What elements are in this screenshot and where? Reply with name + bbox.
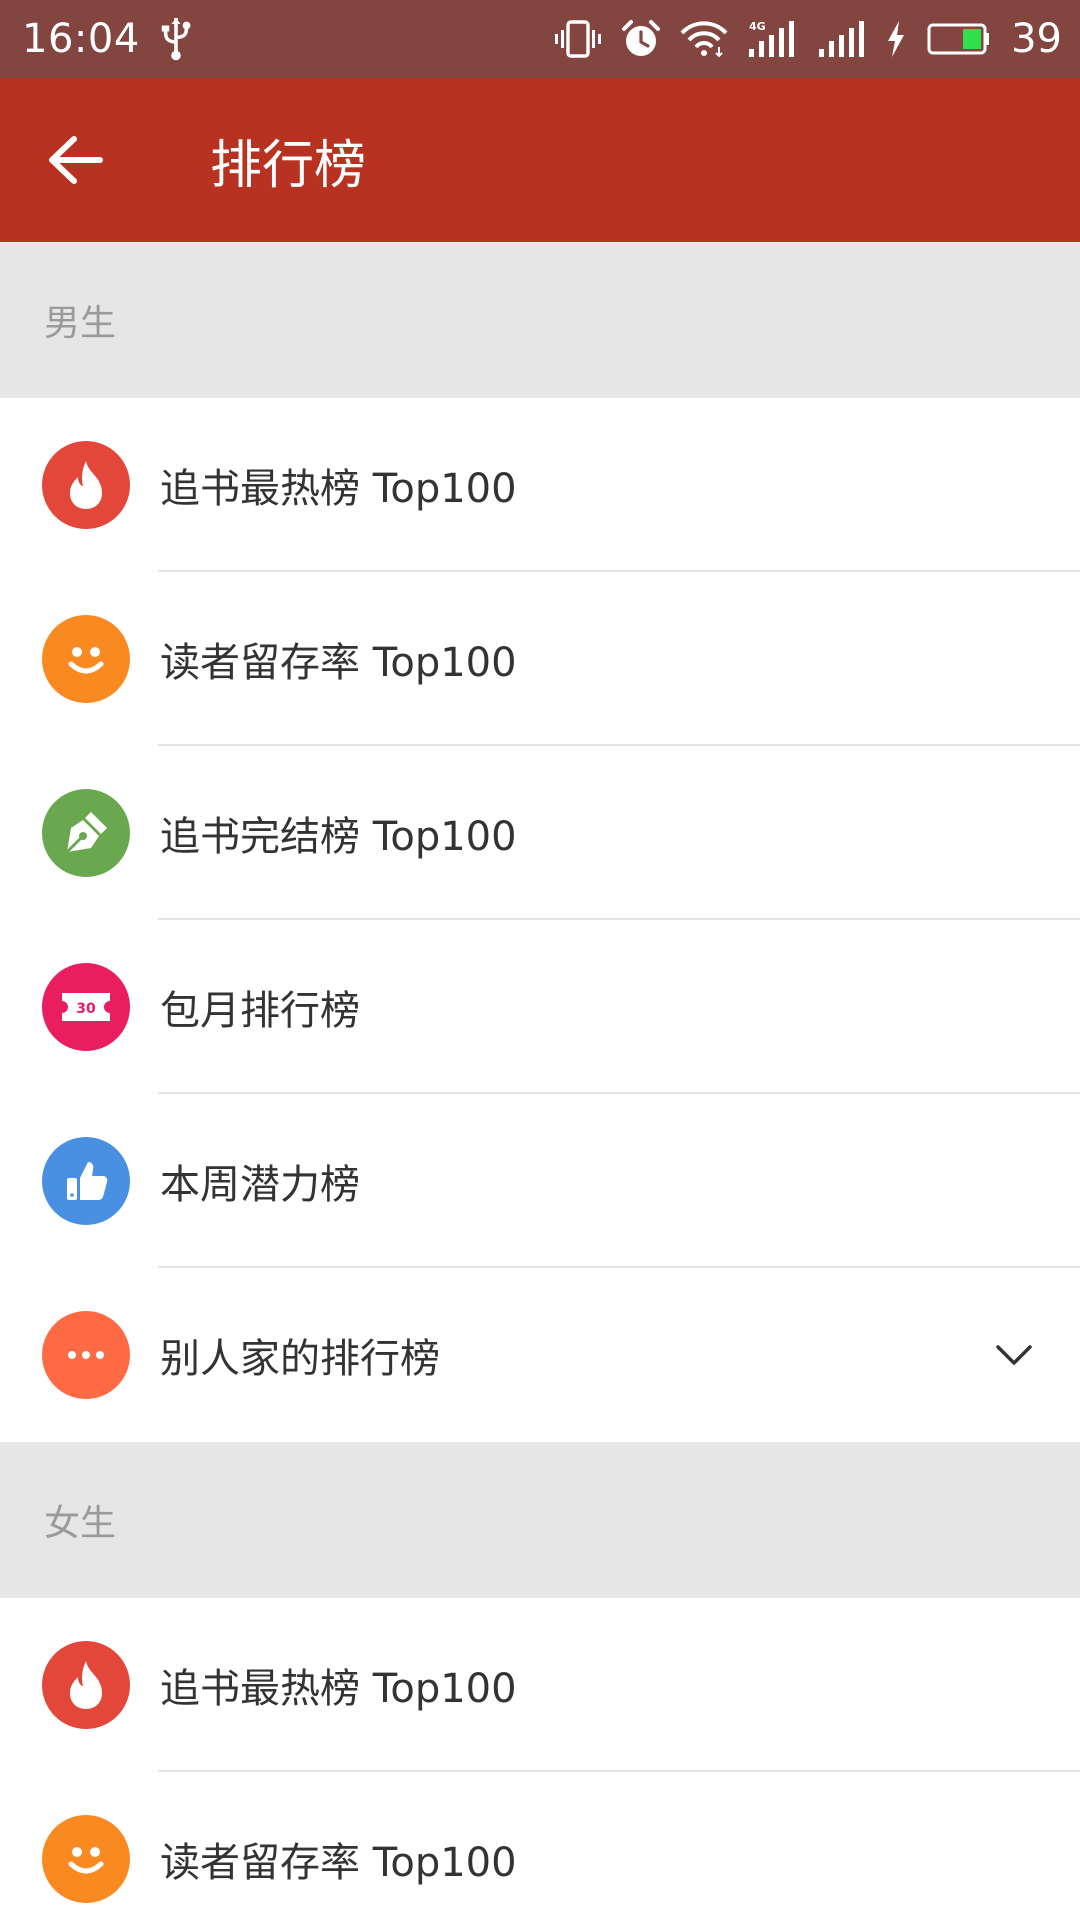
page-title: 排行榜 [210,135,367,196]
ranking-list[interactable]: 男生 追书最热榜 Top100 读者留存率 Top100 追书完结榜 Top10… [0,242,1080,1920]
battery-icon [927,23,990,55]
arrow-left-icon [49,136,103,184]
ranking-item-label: 本周潜力榜 [160,1162,360,1208]
usb-icon [161,18,191,61]
smile-icon [42,615,130,703]
status-time: 16:04 [22,16,140,62]
ranking-item-label: 追书完结榜 Top100 [160,814,517,860]
section-header-male: 男生 [0,242,1080,398]
pen-nib-icon [42,789,130,877]
ranking-item-retention[interactable]: 读者留存率 Top100 [0,572,1080,746]
vibrate-icon [555,20,602,58]
thumbs-up-icon [42,1137,130,1225]
back-button[interactable] [0,78,150,242]
ranking-item-label: 追书最热榜 Top100 [160,466,517,512]
ranking-item-finished[interactable]: 追书完结榜 Top100 [0,746,1080,920]
ranking-item-label: 包月排行榜 [160,988,360,1034]
ranking-item-monthly[interactable]: 30 包月排行榜 [0,920,1080,1094]
status-icons: 4G 39 [553,16,1062,62]
ticket-icon-text: 30 [76,1001,96,1017]
ranking-item-label: 追书最热榜 Top100 [160,1666,517,1712]
svg-text:4G: 4G [749,20,766,33]
signal-icon [819,21,865,57]
chevron-down-icon[interactable] [992,1333,1036,1377]
more-icon [42,1311,130,1399]
smile-icon [42,1815,130,1903]
status-bar: 16:04 4G 39 [0,0,1080,78]
ranking-item-label: 别人家的排行榜 [160,1336,440,1382]
fire-icon [42,1641,130,1729]
alarm-icon [622,20,661,56]
wifi-icon [680,21,728,58]
ticket-icon: 30 [42,963,130,1051]
fire-icon [42,441,130,529]
ranking-item-label: 读者留存率 Top100 [160,640,517,686]
ranking-item-hot-female[interactable]: 追书最热榜 Top100 [0,1598,1080,1772]
app-bar: 排行榜 [0,78,1080,242]
ranking-item-retention-female[interactable]: 读者留存率 Top100 [0,1772,1080,1920]
ranking-item-others[interactable]: 别人家的排行榜 [0,1268,1080,1442]
section-header-female: 女生 [0,1442,1080,1598]
battery-percent: 39 [1011,16,1062,62]
ranking-item-hot[interactable]: 追书最热榜 Top100 [0,398,1080,572]
charging-icon [888,21,905,57]
ranking-item-label: 读者留存率 Top100 [160,1840,517,1886]
ranking-item-potential[interactable]: 本周潜力榜 [0,1094,1080,1268]
signal-4g-icon: 4G [749,20,795,57]
